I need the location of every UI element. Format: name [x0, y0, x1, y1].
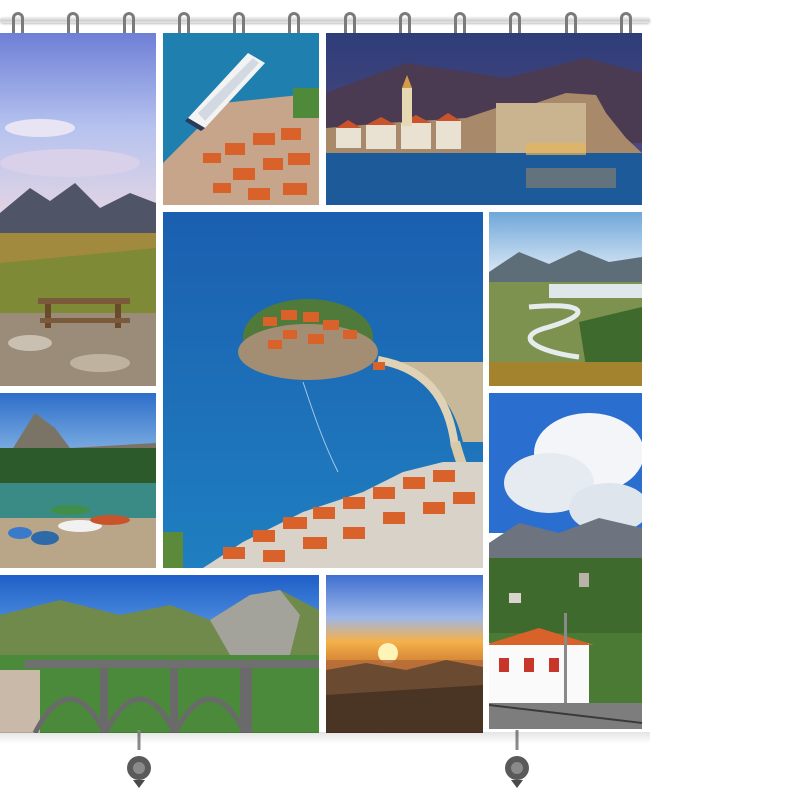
old-town-night-photo	[326, 33, 642, 205]
mountain-bench-photo	[0, 33, 156, 386]
arch-bridge-photo	[0, 575, 319, 733]
lake-boats-photo	[0, 393, 156, 568]
curtain-shadow	[0, 732, 650, 744]
clouds-village-photo	[489, 393, 642, 729]
curtain-rod	[0, 17, 650, 23]
river-valley-photo	[489, 212, 642, 386]
cruise-ship-harbor-photo	[163, 33, 319, 205]
island-peninsula-photo	[163, 212, 483, 568]
sunset-coast-photo	[326, 575, 483, 733]
